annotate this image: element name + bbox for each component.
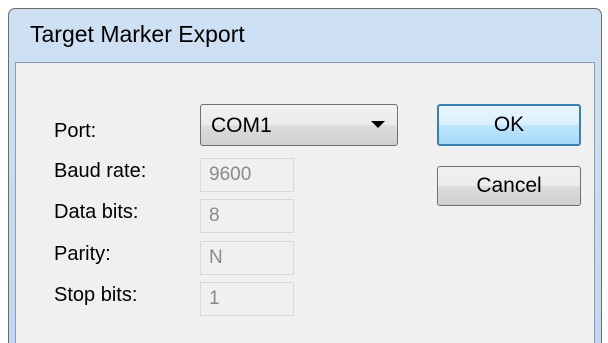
- stop-bits-value: 1: [209, 288, 220, 309]
- cancel-button[interactable]: Cancel: [437, 166, 581, 206]
- dialog-window: Target Marker Export Port: COM1 Baud rat…: [8, 8, 602, 343]
- baud-rate-label: Baud rate:: [54, 160, 147, 182]
- port-select-value: COM1: [211, 114, 272, 137]
- port-select[interactable]: COM1: [200, 104, 398, 146]
- baud-rate-value: 9600: [209, 164, 252, 185]
- parity-label: Parity:: [54, 243, 111, 265]
- dialog-client-area: Port: COM1 Baud rate: 9600 Data bits: 8 …: [15, 62, 595, 343]
- ok-button[interactable]: OK: [437, 104, 581, 146]
- stop-bits-field: 1: [200, 282, 294, 316]
- baud-rate-field: 9600: [200, 158, 294, 192]
- stop-bits-label: Stop bits:: [54, 284, 138, 306]
- parity-value: N: [209, 247, 223, 268]
- chevron-down-icon: [371, 121, 385, 128]
- data-bits-label: Data bits:: [54, 201, 139, 223]
- parity-field: N: [200, 241, 294, 275]
- data-bits-value: 8: [209, 205, 220, 226]
- data-bits-field: 8: [200, 199, 294, 233]
- port-label: Port:: [54, 120, 97, 142]
- title-bar[interactable]: Target Marker Export: [9, 9, 601, 61]
- window-title: Target Marker Export: [30, 21, 245, 47]
